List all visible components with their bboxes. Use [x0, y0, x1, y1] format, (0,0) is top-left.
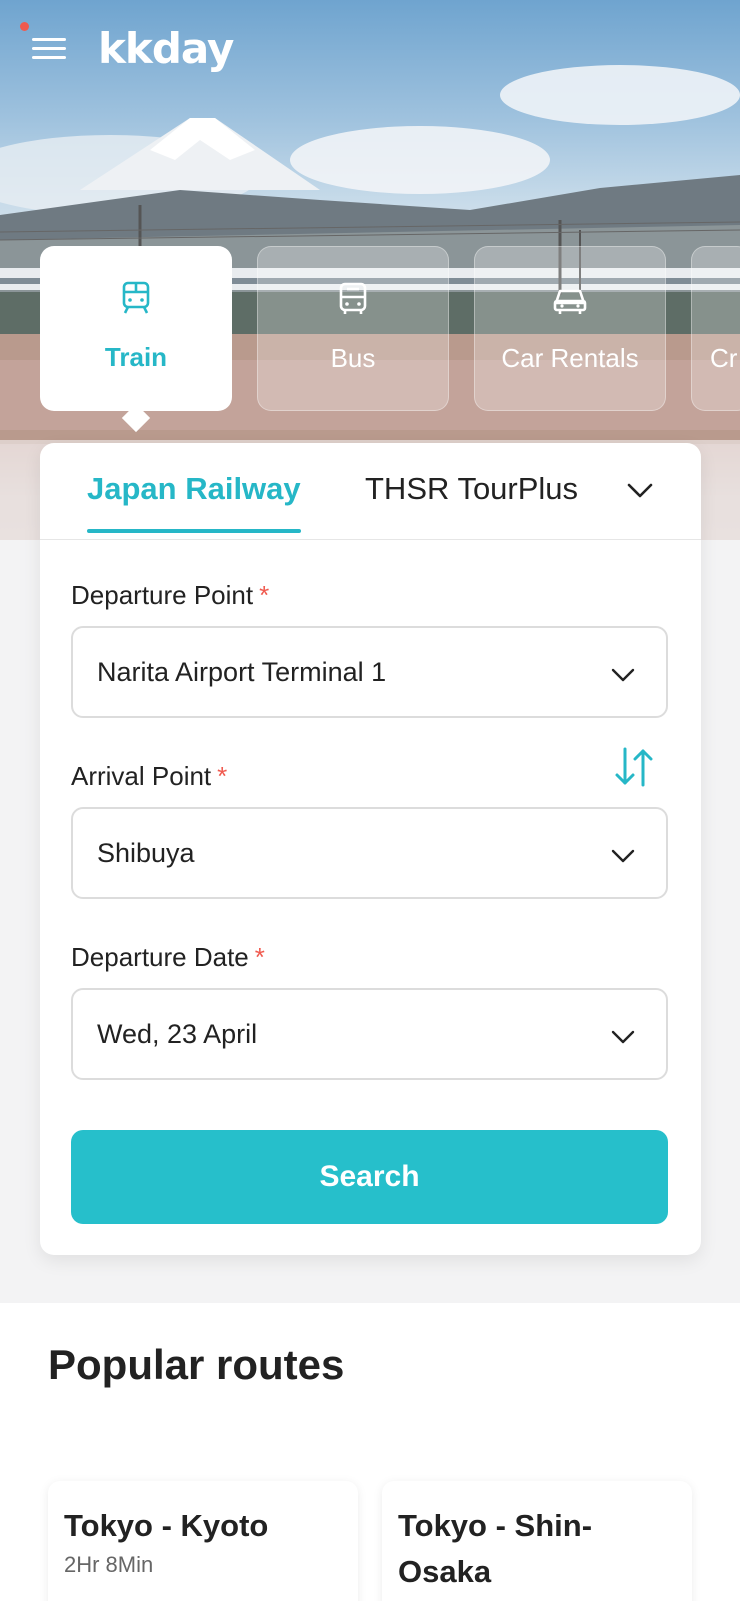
date-value: Wed, 23 April	[97, 1019, 258, 1049]
arrival-select[interactable]: Shibuya	[71, 807, 668, 899]
subtab-japan-railway[interactable]: Japan Railway	[87, 471, 301, 533]
route-name: Tokyo - Kyoto	[64, 1508, 269, 1543]
chevron-down-icon[interactable]	[622, 473, 658, 509]
popular-routes-section: Popular routes Tokyo - Kyoto 2Hr 8Min To…	[0, 1303, 740, 1601]
departure-value: Narita Airport Terminal 1	[97, 657, 387, 687]
kkday-logo[interactable]: kkday	[98, 24, 234, 73]
arrival-value: Shibuya	[97, 838, 195, 868]
route-card[interactable]: Tokyo - Kyoto 2Hr 8Min	[48, 1481, 358, 1601]
hamburger-menu-icon[interactable]	[26, 30, 68, 66]
date-label: Departure Date *	[71, 942, 265, 972]
railway-subtabs: Japan Railway THSR TourPlus	[40, 443, 701, 540]
car-icon	[553, 289, 587, 314]
route-card[interactable]: Tokyo - Shin-Osaka	[382, 1481, 692, 1601]
category-label: Train	[104, 342, 168, 372]
app-frame: kkday Train Bus Car Rentals Cr Japan Rai…	[0, 0, 740, 1601]
route-name: Tokyo - Shin-Osaka	[398, 1508, 593, 1589]
category-tab-bus[interactable]: Bus	[257, 246, 449, 411]
category-label: Cr	[710, 343, 738, 373]
search-button[interactable]: Search	[71, 1130, 668, 1224]
category-tab-train[interactable]: Train	[40, 246, 232, 411]
category-label: Car Rentals	[501, 343, 639, 373]
departure-label: Departure Point *	[71, 580, 270, 610]
subtab-thsr-tourplus[interactable]: THSR TourPlus	[365, 471, 578, 507]
chevron-down-icon	[611, 1030, 635, 1044]
required-asterisk: *	[254, 942, 265, 972]
search-card: Japan Railway THSR TourPlus Departure Po…	[40, 443, 701, 1255]
bus-icon	[339, 282, 367, 314]
category-label: Bus	[330, 343, 376, 373]
departure-select[interactable]: Narita Airport Terminal 1	[71, 626, 668, 718]
arrival-label: Arrival Point *	[71, 761, 228, 791]
required-asterisk: *	[217, 761, 228, 791]
category-tab-car-rentals[interactable]: Car Rentals	[474, 246, 666, 411]
category-tab-cruise[interactable]: Cr	[691, 246, 740, 411]
date-select[interactable]: Wed, 23 April	[71, 988, 668, 1080]
section-title: Popular routes	[48, 1341, 345, 1388]
chevron-down-icon	[611, 668, 635, 682]
top-bar: kkday	[0, 0, 740, 96]
swap-icon[interactable]	[610, 745, 658, 789]
route-duration: 2Hr 8Min	[64, 1552, 154, 1577]
train-icon	[122, 281, 150, 314]
chevron-down-icon	[611, 849, 635, 863]
required-asterisk: *	[259, 580, 270, 610]
